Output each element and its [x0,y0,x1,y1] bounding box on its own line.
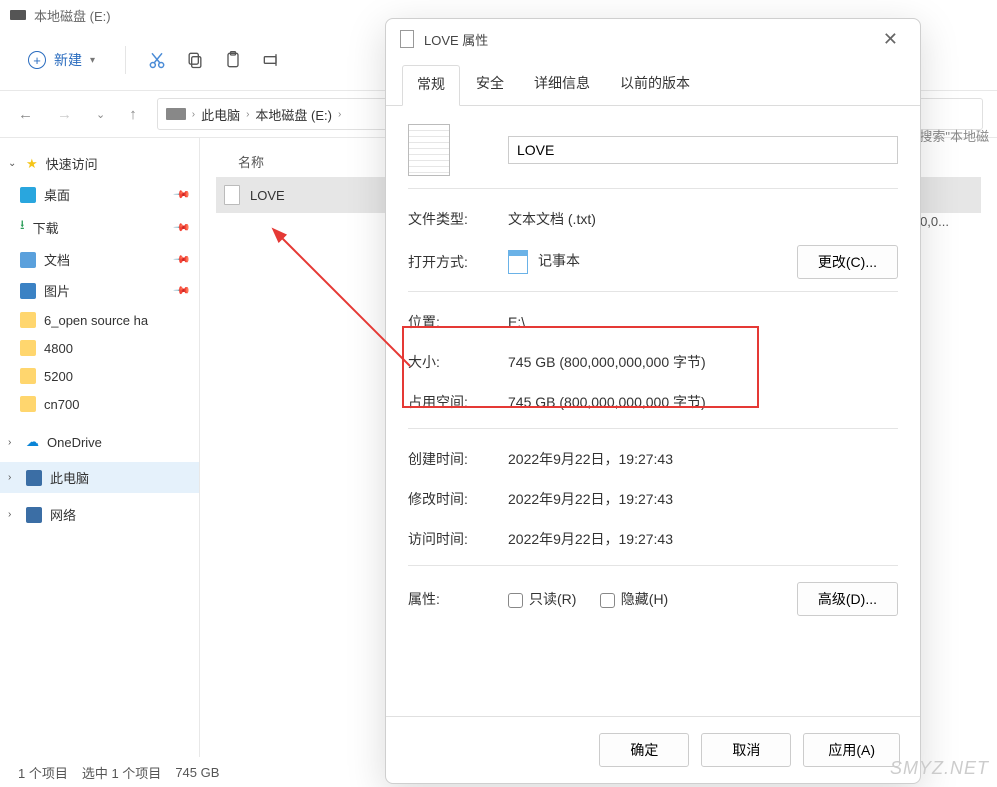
pin-icon: 📌 [173,250,192,269]
desktop-icon [20,187,36,203]
chevron-right-icon: › [246,109,249,120]
value-size: 745 GB (800,000,000,000 字节) [508,352,898,372]
paste-icon[interactable] [222,49,244,71]
sidebar: ⌄★快速访问 桌面📌 ⭳下载📌 文档📌 图片📌 6_open source ha… [0,138,200,757]
document-icon [20,252,36,268]
label-modified: 修改时间: [408,489,508,509]
pin-icon: 📌 [173,185,192,204]
drive-icon [10,10,26,20]
forward-button[interactable]: → [53,102,76,127]
label-attributes: 属性: [408,589,508,609]
network-icon [26,507,42,523]
advanced-button[interactable]: 高级(D)... [797,582,898,616]
value-modified: 2022年9月22日，19:27:43 [508,489,898,509]
label-size: 大小: [408,352,508,372]
watermark: SMYZ.NET [890,758,989,779]
picture-icon [20,283,36,299]
filename-input[interactable] [508,136,898,164]
properties-dialog: LOVE 属性 ✕ 常规 安全 详细信息 以前的版本 文件类型:文本文档 (.t… [385,18,921,784]
hidden-checkbox[interactable]: 隐藏(H) [600,591,668,607]
cut-icon[interactable] [146,49,168,71]
status-size: 745 GB [175,765,219,780]
sidebar-item-desktop[interactable]: 桌面📌 [0,179,199,210]
tab-previous[interactable]: 以前的版本 [606,65,704,105]
value-attributes: 只读(R) 隐藏(H) [508,589,797,609]
file-size-cell: 0,0... [920,214,949,229]
tab-body: 文件类型:文本文档 (.txt) 打开方式:记事本更改(C)... 位置:E:\… [386,106,920,716]
drive-icon [166,108,186,120]
file-name: LOVE [250,188,285,203]
sidebar-item-documents[interactable]: 文档📌 [0,244,199,275]
download-icon: ⭳ [20,216,25,238]
label-sizeondisk: 占用空间: [408,392,508,412]
star-icon: ★ [26,156,38,172]
cancel-button[interactable]: 取消 [701,733,791,767]
status-count: 1 个项目 [18,763,68,782]
notepad-icon [508,250,528,274]
dialog-buttons: 确定 取消 应用(A) [386,716,920,783]
change-button[interactable]: 更改(C)... [797,245,898,279]
label-filetype: 文件类型: [408,209,508,229]
value-filetype: 文本文档 (.txt) [508,209,898,229]
sidebar-item-pictures[interactable]: 图片📌 [0,275,199,306]
plus-icon: + [28,51,46,69]
pin-icon: 📌 [173,218,192,237]
sidebar-item-thispc[interactable]: ›此电脑 [0,462,199,493]
search-placeholder: 搜索"本地磁 [919,126,989,145]
up-button[interactable]: ↑ [125,102,141,127]
chevron-right-icon: › [192,109,195,120]
breadcrumb-drive[interactable]: 本地磁盘 (E:) [255,105,332,124]
sidebar-item-folder[interactable]: 6_open source ha [0,306,199,334]
chevron-down-icon[interactable]: ⌄ [92,104,109,125]
tab-security[interactable]: 安全 [462,65,518,105]
window-title: 本地磁盘 (E:) [34,6,111,25]
ok-button[interactable]: 确定 [599,733,689,767]
cloud-icon: ☁ [26,434,39,450]
folder-icon [20,396,36,412]
label-openwith: 打开方式: [408,252,508,272]
breadcrumb-pc[interactable]: 此电脑 [201,105,240,124]
copy-icon[interactable] [184,49,206,71]
apply-button[interactable]: 应用(A) [803,733,900,767]
sidebar-item-network[interactable]: ›网络 [0,499,199,530]
new-button[interactable]: + 新建 ▾ [18,44,105,76]
document-icon [400,30,414,48]
folder-icon [20,312,36,328]
sidebar-item-folder[interactable]: 5200 [0,362,199,390]
label-created: 创建时间: [408,449,508,469]
status-selected: 选中 1 个项目 [82,763,161,782]
folder-icon [20,340,36,356]
dialog-titlebar: LOVE 属性 ✕ [386,19,920,59]
sidebar-item-folder[interactable]: cn700 [0,390,199,418]
label-accessed: 访问时间: [408,529,508,549]
value-sizeondisk: 745 GB (800,000,000,000 字节) [508,392,898,412]
chevron-down-icon: ▾ [90,55,95,66]
rename-icon[interactable] [260,49,282,71]
value-location: E:\ [508,314,898,330]
file-type-icon [408,124,450,176]
back-button[interactable]: ← [14,102,37,127]
tabs: 常规 安全 详细信息 以前的版本 [386,65,920,106]
tab-general[interactable]: 常规 [402,65,460,106]
value-accessed: 2022年9月22日，19:27:43 [508,529,898,549]
sidebar-item-downloads[interactable]: ⭳下载📌 [0,210,199,244]
new-button-label: 新建 [54,50,82,70]
label-location: 位置: [408,312,508,332]
document-icon [224,185,240,205]
sidebar-item-onedrive[interactable]: ›☁OneDrive [0,428,199,456]
divider [125,46,126,74]
pc-icon [26,470,42,486]
value-created: 2022年9月22日，19:27:43 [508,449,898,469]
close-button[interactable]: ✕ [875,25,906,54]
tab-details[interactable]: 详细信息 [520,65,604,105]
value-openwith: 记事本 [508,250,797,274]
pin-icon: 📌 [173,281,192,300]
dialog-title: LOVE 属性 [424,30,488,49]
sidebar-item-folder[interactable]: 4800 [0,334,199,362]
chevron-right-icon: › [338,109,341,120]
sidebar-item-quick[interactable]: ⌄★快速访问 [0,148,199,179]
folder-icon [20,368,36,384]
readonly-checkbox[interactable]: 只读(R) [508,591,576,607]
